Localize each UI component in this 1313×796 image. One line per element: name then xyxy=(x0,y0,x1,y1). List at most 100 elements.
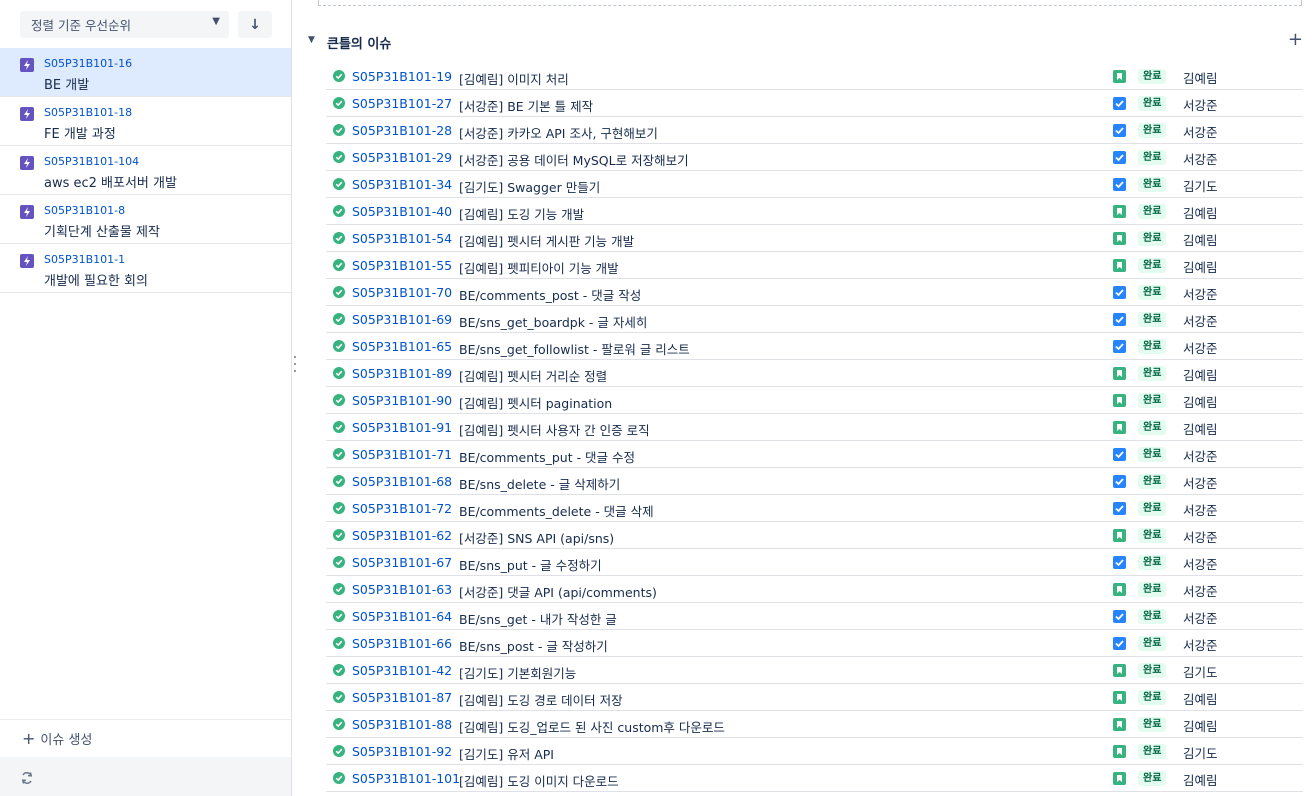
done-check-icon xyxy=(333,178,345,190)
issue-row[interactable]: S05P31B101-28 [서강준] 카카오 API 조사, 구현해보기 완료 서강… xyxy=(326,117,1303,144)
issue-row[interactable]: S05P31B101-89 [김예림] 펫시터 거리순 정렬 완료 김예림 xyxy=(326,360,1303,387)
issue-key[interactable]: S05P31B101-66 xyxy=(352,636,452,651)
issue-key[interactable]: S05P31B101-90 xyxy=(352,393,452,408)
issue-row[interactable]: S05P31B101-65 BE/sns_get_followlist - 팔로워… xyxy=(326,333,1303,360)
epic-item[interactable]: S05P31B101-18 FE 개발 과정 xyxy=(0,97,291,146)
issue-row[interactable]: S05P31B101-91 [김예림] 펫시터 사용자 간 인증 로직 완료 김예림 xyxy=(326,414,1303,441)
panel-resize-handle[interactable] xyxy=(292,356,298,372)
assignee-name: 서강준 xyxy=(1183,449,1218,464)
epic-key[interactable]: S05P31B101-104 xyxy=(44,155,139,168)
issue-summary: [서강준] 카카오 API 조사, 구현해보기 xyxy=(459,126,658,141)
issue-row[interactable]: S05P31B101-19 [김예림] 이미지 처리 완료 김예림 xyxy=(326,63,1303,90)
issue-key[interactable]: S05P31B101-55 xyxy=(352,258,452,273)
issue-key[interactable]: S05P31B101-62 xyxy=(352,528,452,543)
issue-key[interactable]: S05P31B101-72 xyxy=(352,501,452,516)
story-icon xyxy=(1113,529,1126,542)
issue-key[interactable]: S05P31B101-71 xyxy=(352,447,452,462)
task-icon xyxy=(1113,97,1126,110)
status-badge: 완료 xyxy=(1138,393,1167,408)
issue-key[interactable]: S05P31B101-101 xyxy=(352,771,460,786)
issue-row[interactable]: S05P31B101-68 BE/sns_delete - 글 삭제하기 완료 서강준 xyxy=(326,468,1303,495)
issue-key[interactable]: S05P31B101-40 xyxy=(352,204,452,219)
issue-row[interactable]: S05P31B101-69 BE/sns_get_boardpk - 글 자세히 완… xyxy=(326,306,1303,333)
issue-row[interactable]: S05P31B101-29 [서강준] 공용 데이터 MySQL로 저장해보기 완료… xyxy=(326,144,1303,171)
status-badge: 완료 xyxy=(1138,582,1167,597)
issue-key[interactable]: S05P31B101-54 xyxy=(352,231,452,246)
done-check-icon xyxy=(333,637,345,649)
issue-key[interactable]: S05P31B101-42 xyxy=(352,663,452,678)
story-icon xyxy=(1113,367,1126,380)
assignee-name: 서강준 xyxy=(1183,584,1218,599)
issue-row[interactable]: S05P31B101-64 BE/sns_get - 내가 작성한 글 완료 서강준 xyxy=(326,603,1303,630)
issue-row[interactable]: S05P31B101-62 [서강준] SNS API (api/sns) 완료 서강… xyxy=(326,522,1303,549)
issue-row[interactable]: S05P31B101-27 [서강준] BE 기본 틀 제작 완료 서강준 xyxy=(326,90,1303,117)
issue-row[interactable]: S05P31B101-55 [김예림] 펫피티아이 기능 개발 완료 김예림 xyxy=(326,252,1303,279)
issue-key[interactable]: S05P31B101-69 xyxy=(352,312,452,327)
issue-row[interactable]: S05P31B101-72 BE/comments_delete - 댓글 삭제 완… xyxy=(326,495,1303,522)
done-check-icon xyxy=(333,745,345,757)
issue-key[interactable]: S05P31B101-68 xyxy=(352,474,452,489)
assignee-name: 서강준 xyxy=(1183,476,1218,491)
refresh-icon[interactable] xyxy=(20,770,34,789)
issue-row[interactable]: S05P31B101-90 [김예림] 펫시터 pagination 완료 김예림 xyxy=(326,387,1303,414)
issue-summary: [김예림] 펫시터 pagination xyxy=(459,396,613,411)
issue-key[interactable]: S05P31B101-34 xyxy=(352,177,452,192)
issue-key[interactable]: S05P31B101-67 xyxy=(352,555,452,570)
issue-row[interactable]: S05P31B101-88 [김예림] 도깅_업로드 된 사진 custom후 다… xyxy=(326,711,1303,738)
issue-key[interactable]: S05P31B101-64 xyxy=(352,609,452,624)
done-check-icon xyxy=(333,367,345,379)
issue-row[interactable]: S05P31B101-40 [김예림] 도깅 기능 개발 완료 김예림 xyxy=(326,198,1303,225)
issue-key[interactable]: S05P31B101-29 xyxy=(352,150,452,165)
done-check-icon xyxy=(333,286,345,298)
epic-title: 개발에 필요한 회의 xyxy=(44,274,148,289)
add-issue-button[interactable]: + xyxy=(1288,29,1303,50)
issue-row[interactable]: S05P31B101-66 BE/sns_post - 글 작성하기 완료 서강준 xyxy=(326,630,1303,657)
epic-item[interactable]: S05P31B101-1 개발에 필요한 회의 xyxy=(0,244,291,293)
issue-key[interactable]: S05P31B101-87 xyxy=(352,690,452,705)
epic-item[interactable]: S05P31B101-8 기획단계 산출물 제작 xyxy=(0,195,291,244)
issue-row[interactable]: S05P31B101-70 BE/comments_post - 댓글 작성 완료 서… xyxy=(326,279,1303,306)
task-icon xyxy=(1113,637,1126,650)
done-check-icon xyxy=(333,583,345,595)
issue-row[interactable]: S05P31B101-92 [김기도] 유저 API 완료 김기도 xyxy=(326,738,1303,765)
sort-dropdown[interactable]: 정렬 기준 우선순위 ▼ xyxy=(20,11,229,38)
issue-key[interactable]: S05P31B101-88 xyxy=(352,717,452,732)
epic-icon xyxy=(20,156,34,170)
epic-key[interactable]: S05P31B101-8 xyxy=(44,204,125,217)
issue-key[interactable]: S05P31B101-63 xyxy=(352,582,452,597)
epic-key[interactable]: S05P31B101-1 xyxy=(44,253,125,266)
issue-summary: [김예림] 이미지 처리 xyxy=(459,72,569,87)
issue-key[interactable]: S05P31B101-89 xyxy=(352,366,452,381)
issue-summary: [김기도] 기본회원기능 xyxy=(459,666,577,681)
issue-row[interactable]: S05P31B101-42 [김기도] 기본회원기능 완료 김기도 xyxy=(326,657,1303,684)
epic-key[interactable]: S05P31B101-16 xyxy=(44,57,132,70)
done-check-icon xyxy=(333,718,345,730)
issue-key[interactable]: S05P31B101-91 xyxy=(352,420,452,435)
done-check-icon xyxy=(333,556,345,568)
issue-key[interactable]: S05P31B101-28 xyxy=(352,123,452,138)
status-badge: 완료 xyxy=(1138,204,1167,219)
chevron-down-icon[interactable]: ▼ xyxy=(308,35,315,45)
epic-item[interactable]: S05P31B101-16 BE 개발 xyxy=(0,48,291,97)
assignee-name: 김예림 xyxy=(1183,260,1218,275)
issue-row[interactable]: S05P31B101-54 [김예림] 펫시터 게시판 기능 개발 완료 김예림 xyxy=(326,225,1303,252)
create-issue-button[interactable]: + 이슈 생성 xyxy=(0,719,291,757)
issue-key[interactable]: S05P31B101-92 xyxy=(352,744,452,759)
issue-key[interactable]: S05P31B101-65 xyxy=(352,339,452,354)
issue-key[interactable]: S05P31B101-27 xyxy=(352,96,452,111)
issue-row[interactable]: S05P31B101-34 [김기도] Swagger 만들기 완료 김기도 xyxy=(326,171,1303,198)
epic-title: FE 개발 과정 xyxy=(44,127,116,142)
issue-summary: BE/sns_get - 내가 작성한 글 xyxy=(459,612,617,627)
sort-direction-button[interactable]: ↓ xyxy=(238,11,272,38)
issue-row[interactable]: S05P31B101-87 [김예림] 도깅 경로 데이터 저장 완료 김예림 xyxy=(326,684,1303,711)
epic-item[interactable]: S05P31B101-104 aws ec2 배포서버 개발 xyxy=(0,146,291,195)
epic-key[interactable]: S05P31B101-18 xyxy=(44,106,132,119)
task-icon xyxy=(1113,151,1126,164)
issue-key[interactable]: S05P31B101-70 xyxy=(352,285,452,300)
issue-row[interactable]: S05P31B101-71 BE/comments_put - 댓글 수정 완료 서강… xyxy=(326,441,1303,468)
arrow-down-icon: ↓ xyxy=(249,16,261,33)
issue-key[interactable]: S05P31B101-19 xyxy=(352,69,452,84)
issue-row[interactable]: S05P31B101-67 BE/sns_put - 글 수정하기 완료 서강준 xyxy=(326,549,1303,576)
issue-row[interactable]: S05P31B101-63 [서강준] 댓글 API (api/comments)… xyxy=(326,576,1303,603)
issue-row[interactable]: S05P31B101-101 [김예림] 도깅 이미지 다운로드 완료 김예림 xyxy=(326,765,1303,792)
